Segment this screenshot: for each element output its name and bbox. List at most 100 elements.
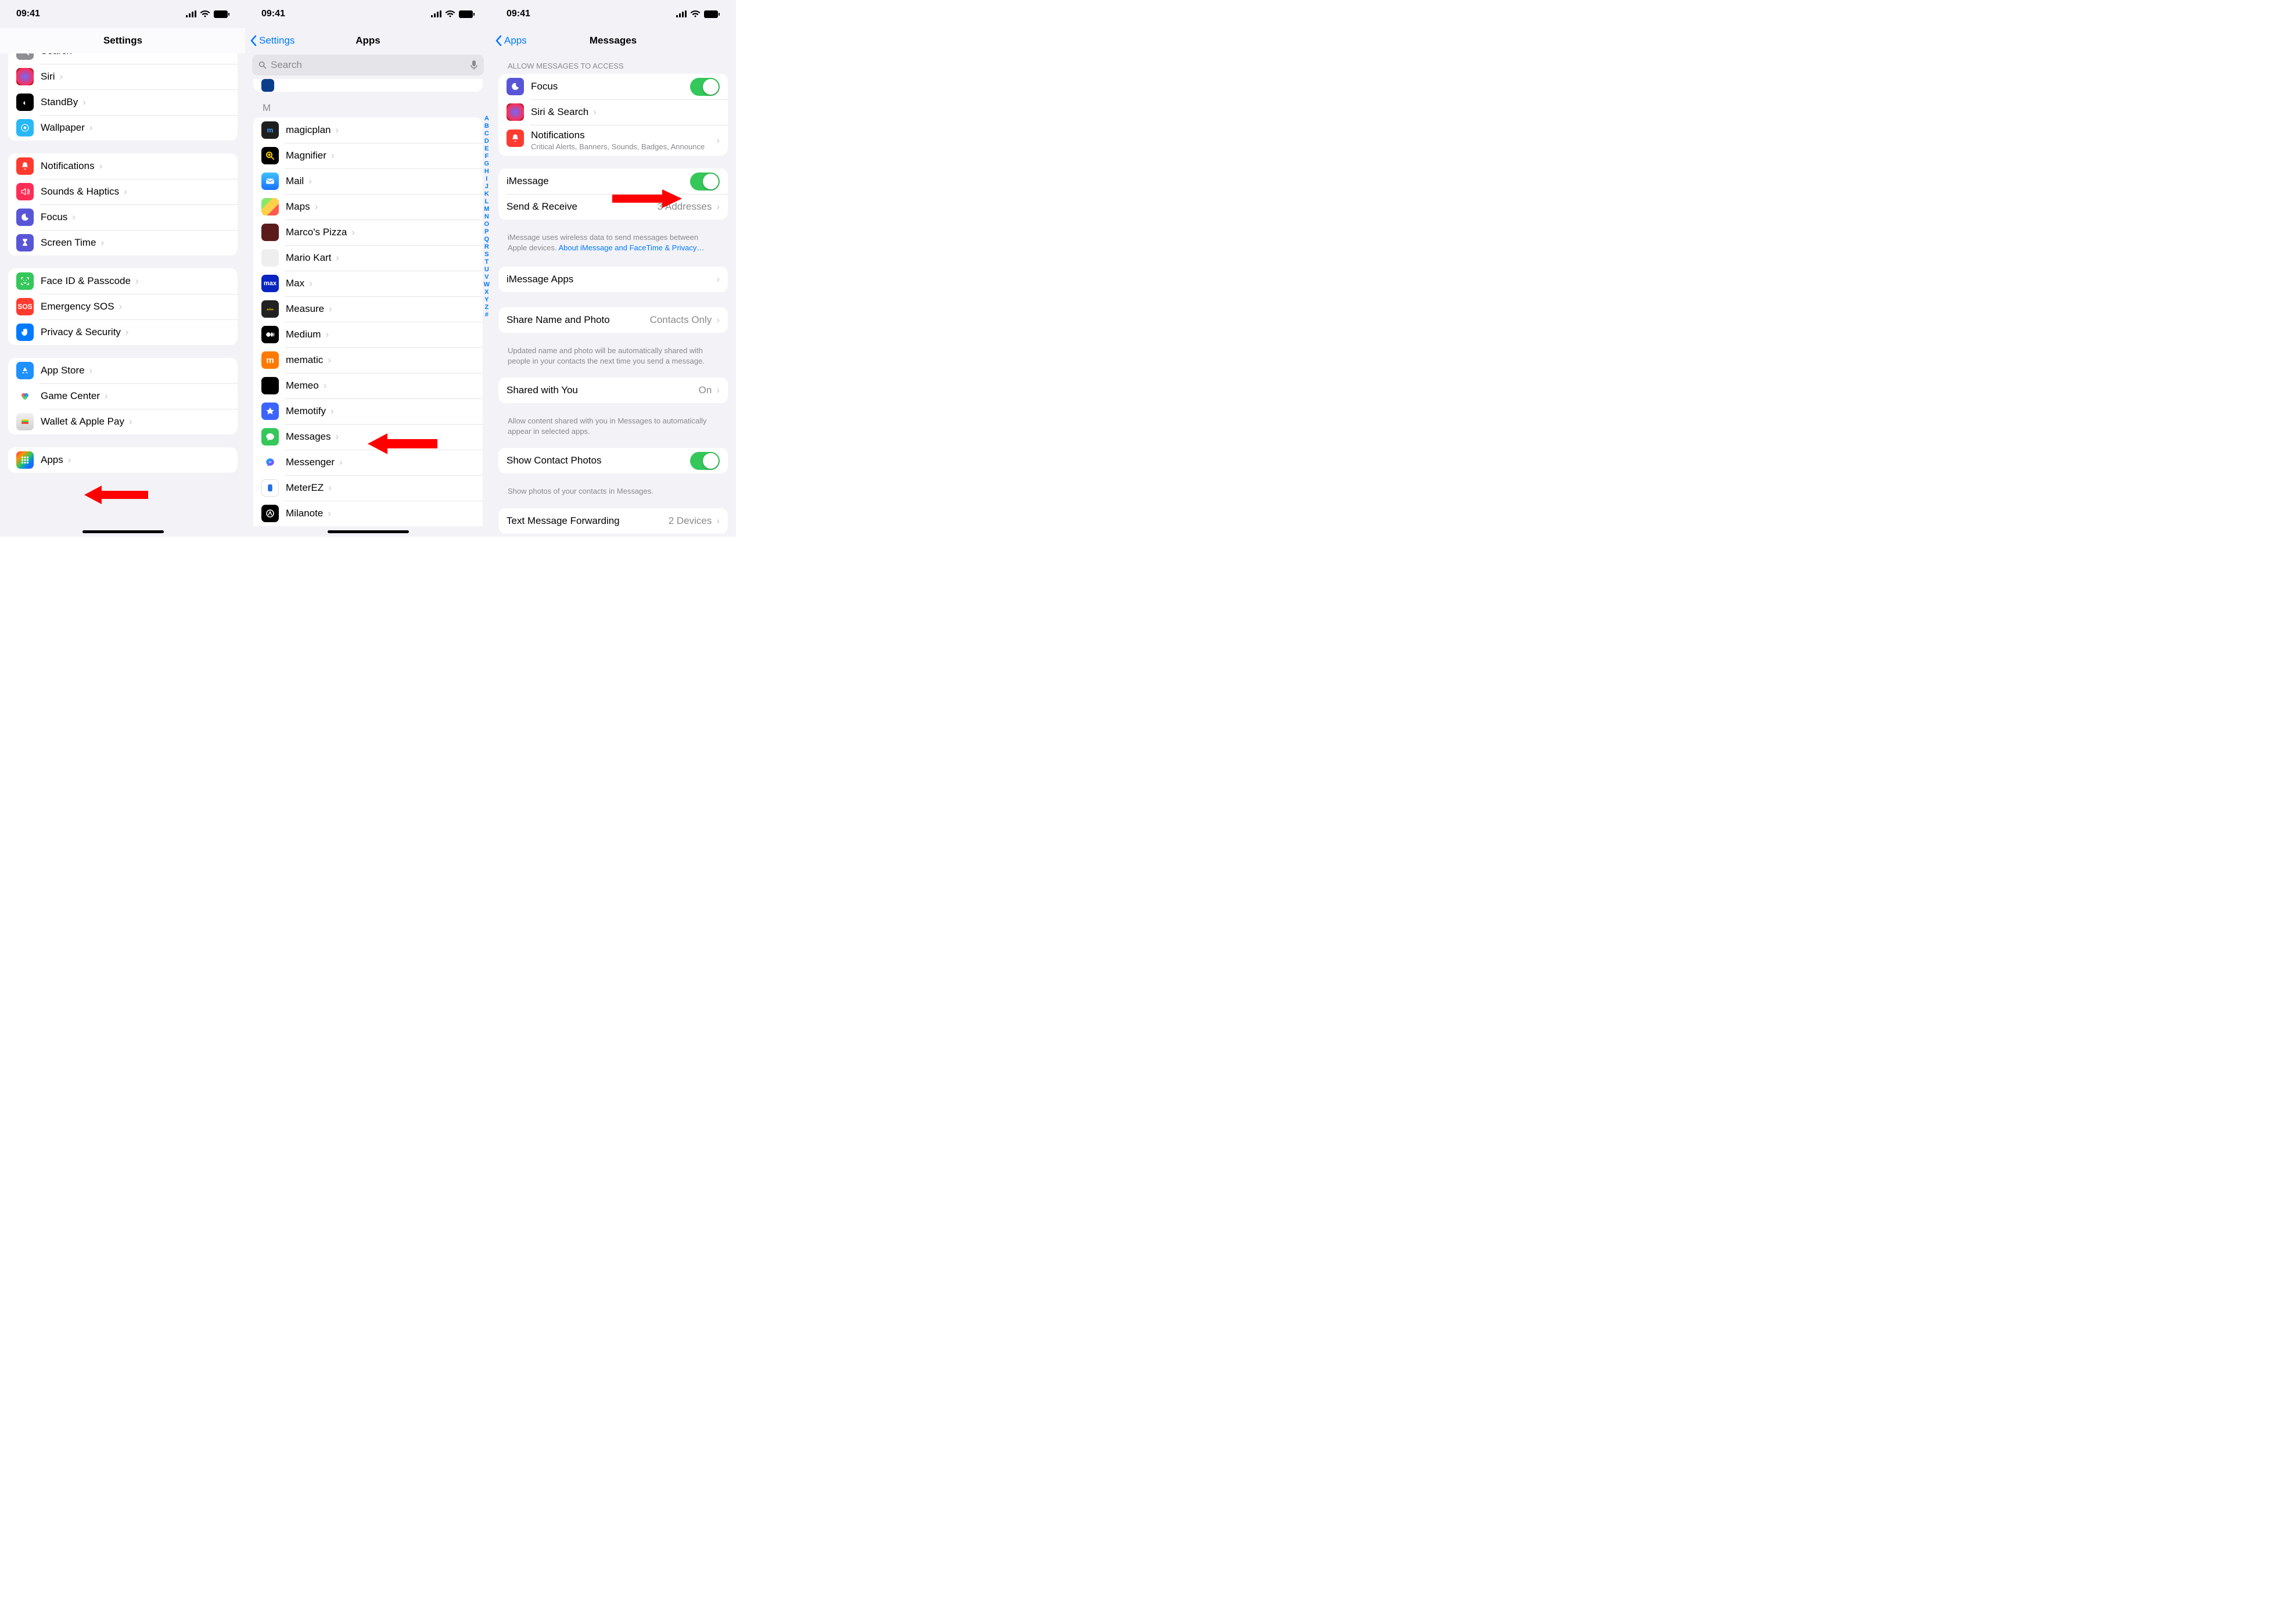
- focus-switch[interactable]: [690, 78, 720, 96]
- index-letter[interactable]: F: [484, 153, 490, 160]
- row-share-name[interactable]: Share Name and Photo Contacts Only ›: [498, 307, 728, 333]
- faceid-icon: [16, 272, 34, 290]
- row-label: Focus: [531, 81, 558, 92]
- row-label: MeterEZ: [286, 482, 324, 494]
- row-app-mariokart[interactable]: Mario Kart ›: [253, 245, 483, 271]
- back-button[interactable]: Settings: [250, 28, 294, 53]
- row-app-messenger[interactable]: Messenger ›: [253, 450, 483, 475]
- index-letter[interactable]: J: [484, 183, 490, 191]
- row-app-memeo[interactable]: Memeo ›: [253, 373, 483, 398]
- index-letter[interactable]: Z: [484, 304, 490, 311]
- row-siri-search[interactable]: Siri & Search ›: [498, 99, 728, 125]
- hourglass-icon: [16, 234, 34, 251]
- index-letter[interactable]: C: [484, 130, 490, 138]
- row-focus[interactable]: Focus ›: [8, 204, 238, 230]
- index-letter[interactable]: A: [484, 115, 490, 123]
- battery-icon: [704, 10, 720, 18]
- index-letter[interactable]: O: [484, 221, 490, 228]
- row-app-maps[interactable]: Maps ›: [253, 194, 483, 220]
- row-imessage[interactable]: iMessage: [498, 168, 728, 194]
- wifi-icon: [445, 10, 455, 17]
- settings-group: Face ID & Passcode › SOS Emergency SOS ›…: [8, 268, 238, 345]
- index-letter[interactable]: P: [484, 228, 490, 236]
- row-app-memotify[interactable]: Memotify ›: [253, 398, 483, 424]
- index-letter[interactable]: W: [484, 281, 490, 289]
- row-app-measure[interactable]: Measure ›: [253, 296, 483, 322]
- row-app-max[interactable]: max Max ›: [253, 271, 483, 296]
- index-letter[interactable]: Q: [484, 236, 490, 243]
- row-faceid[interactable]: Face ID & Passcode ›: [8, 268, 238, 294]
- imessage-switch[interactable]: [690, 173, 720, 191]
- index-letter[interactable]: G: [484, 160, 490, 168]
- chevron-right-icon: ›: [716, 385, 720, 396]
- row-notifications[interactable]: Notifications Critical Alerts, Banners, …: [498, 125, 728, 156]
- index-letter[interactable]: E: [484, 145, 490, 153]
- app-icon: m: [261, 121, 279, 139]
- index-letter[interactable]: D: [484, 138, 490, 145]
- row-focus[interactable]: Focus: [498, 74, 728, 99]
- row-imessage-apps[interactable]: iMessage Apps ›: [498, 267, 728, 292]
- index-letter[interactable]: K: [484, 191, 490, 198]
- row-sos[interactable]: SOS Emergency SOS ›: [8, 294, 238, 319]
- app-icon: max: [261, 275, 279, 292]
- index-letter[interactable]: L: [484, 198, 490, 206]
- index-letter[interactable]: X: [484, 289, 490, 296]
- status-indicators: [676, 10, 720, 18]
- section-header: ALLOW MESSAGES TO ACCESS: [490, 53, 736, 74]
- index-letter[interactable]: S: [484, 251, 490, 258]
- row-app-magicplan[interactable]: m magicplan ›: [253, 117, 483, 143]
- row-app-marcos[interactable]: Marco's Pizza ›: [253, 220, 483, 245]
- index-letter[interactable]: V: [484, 274, 490, 281]
- index-letter[interactable]: R: [484, 243, 490, 251]
- mic-icon[interactable]: [470, 60, 478, 70]
- row-notifications[interactable]: Notifications ›: [8, 153, 238, 179]
- row-label: Text Message Forwarding: [507, 515, 620, 527]
- row-app-mail[interactable]: Mail ›: [253, 168, 483, 194]
- row-app-mematic[interactable]: m mematic ›: [253, 347, 483, 373]
- row-appstore[interactable]: App Store ›: [8, 358, 238, 383]
- row-wallpaper[interactable]: Wallpaper ›: [8, 115, 238, 141]
- alphabet-index[interactable]: ABCDEFGHIJKLMNOPQRSTUVWXYZ#: [484, 115, 490, 319]
- index-letter[interactable]: B: [484, 123, 490, 130]
- back-button[interactable]: Apps: [495, 28, 527, 53]
- row-screentime[interactable]: Screen Time ›: [8, 230, 238, 256]
- privacy-link[interactable]: About iMessage and FaceTime & Privacy…: [558, 243, 704, 252]
- navbar: Settings: [0, 28, 246, 53]
- row-search[interactable]: Search ›: [8, 53, 238, 64]
- row-standby[interactable]: ◐ StandBy ›: [8, 89, 238, 115]
- row-label: Sounds & Haptics: [41, 186, 119, 197]
- row-wallet[interactable]: Wallet & Apple Pay ›: [8, 409, 238, 434]
- row-siri[interactable]: Siri ›: [8, 64, 238, 89]
- chevron-right-icon: ›: [135, 275, 139, 287]
- index-letter[interactable]: T: [484, 258, 490, 266]
- row-sounds[interactable]: Sounds & Haptics ›: [8, 179, 238, 204]
- search-field[interactable]: Search: [252, 55, 484, 76]
- row-send-receive[interactable]: Send & Receive 3 Addresses ›: [498, 194, 728, 220]
- index-letter[interactable]: H: [484, 168, 490, 175]
- row-forwarding[interactable]: Text Message Forwarding 2 Devices ›: [498, 508, 728, 534]
- row-apps[interactable]: Apps ›: [8, 447, 238, 473]
- row-app-medium[interactable]: Medium ›: [253, 322, 483, 347]
- row-contact-photos[interactable]: Show Contact Photos: [498, 448, 728, 473]
- row-app-magnifier[interactable]: Magnifier ›: [253, 143, 483, 168]
- nav-title: Messages: [590, 35, 637, 46]
- row-label: Marco's Pizza: [286, 227, 347, 238]
- index-letter[interactable]: M: [484, 206, 490, 213]
- index-letter[interactable]: I: [484, 175, 490, 183]
- settings-group: Notifications › Sounds & Haptics › Focus…: [8, 153, 238, 256]
- contact-photos-switch[interactable]: [690, 452, 720, 470]
- index-letter[interactable]: U: [484, 266, 490, 274]
- row-app-milanote[interactable]: Milanote ›: [253, 501, 483, 526]
- chevron-right-icon: ›: [331, 405, 334, 417]
- row-app-meterez[interactable]: MeterEZ ›: [253, 475, 483, 501]
- row-app-messages[interactable]: Messages ›: [253, 424, 483, 450]
- index-letter[interactable]: #: [484, 311, 490, 319]
- row-label: Notifications: [41, 160, 95, 172]
- row-shared-with-you[interactable]: Shared with You On ›: [498, 378, 728, 403]
- row-gamecenter[interactable]: Game Center ›: [8, 383, 238, 409]
- row-label: Messenger: [286, 457, 335, 468]
- row-privacy[interactable]: Privacy & Security ›: [8, 319, 238, 345]
- index-letter[interactable]: N: [484, 213, 490, 221]
- index-letter[interactable]: Y: [484, 296, 490, 304]
- chevron-right-icon: ›: [339, 457, 343, 468]
